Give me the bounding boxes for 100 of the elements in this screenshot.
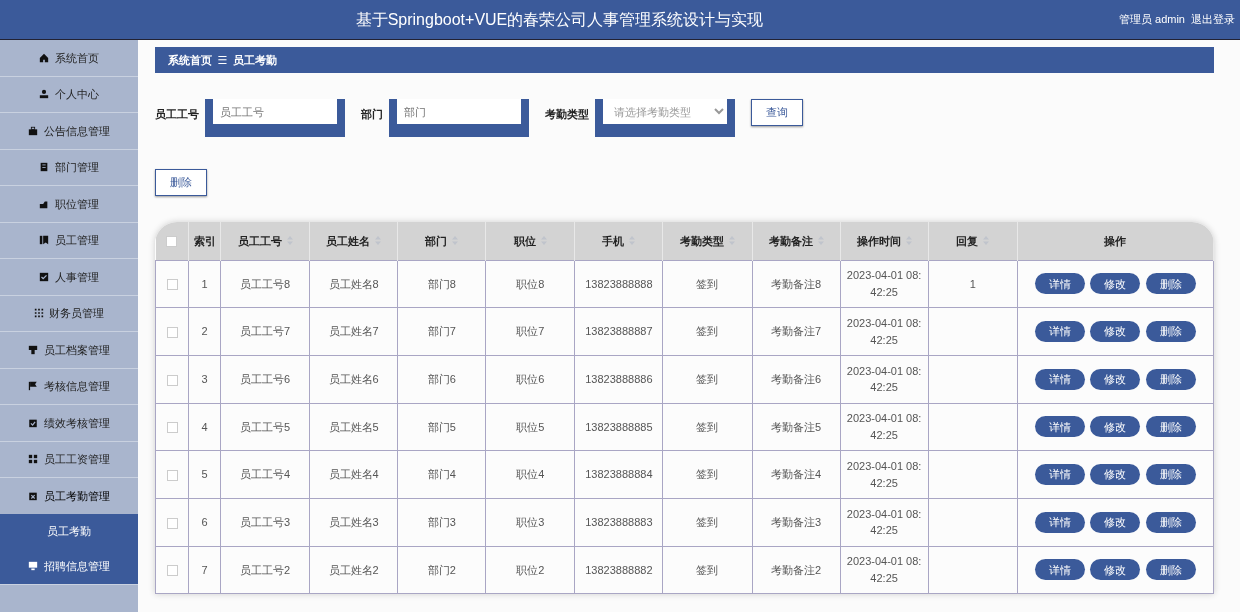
action-button[interactable]: 详情 [1034,511,1085,533]
action-button[interactable]: 详情 [1034,321,1085,343]
action-button[interactable]: 修改 [1090,464,1141,486]
table-cell: 13823888883 [585,516,653,529]
sidebar-item[interactable]: 财务员管理 [0,295,138,332]
table-cell: 员工姓名6 [328,372,379,385]
row-checkbox[interactable] [166,326,178,338]
row-checkbox[interactable] [166,374,178,386]
table-cell: 13823888885 [585,420,653,433]
search-field[interactable]: 部门 [388,99,529,137]
table-cell: 13823888884 [585,468,653,481]
column-header[interactable]: 操作时间 [856,234,912,247]
action-button[interactable]: 详情 [1034,464,1085,486]
column-header[interactable]: 回复 [956,234,990,247]
column-header[interactable]: 考勤备注 [768,234,824,247]
table-cell: 签到 [696,325,719,338]
action-button[interactable]: 删除 [1145,464,1196,486]
table-cell: 2023-04-01 08:42:25 [846,460,922,489]
row-checkbox[interactable] [166,422,178,434]
action-button[interactable]: 修改 [1090,416,1141,438]
action-button[interactable]: 删除 [1145,511,1196,533]
row-checkbox[interactable] [166,469,178,481]
table-cell: 3 [201,372,208,385]
table-cell: 13823888882 [585,563,653,576]
sidebar-item[interactable]: 个人中心 [0,76,138,113]
row-checkbox[interactable] [166,565,178,577]
action-button[interactable]: 详情 [1034,273,1085,295]
action-button[interactable]: 删除 [1145,559,1196,581]
table-cell: 13823888886 [585,372,653,385]
table-cell: 考勤备注3 [770,516,822,529]
column-header[interactable]: 员工姓名 [326,234,382,247]
sidebar-item[interactable]: 部门管理 [0,149,138,186]
sidebar-item[interactable]: 人事管理 [0,259,138,296]
table-cell: 2023-04-01 08:42:25 [846,507,922,537]
sidebar-item[interactable]: 招聘信息管理 [0,548,138,585]
action-button[interactable]: 修改 [1090,273,1141,295]
table-cell: 员工姓名2 [328,563,379,576]
field-label: 员工工号 [155,107,199,122]
user-icon [39,89,50,100]
column-header[interactable]: 手机 [602,234,636,247]
table-cell: 考勤备注4 [770,468,822,481]
column-header[interactable]: 职位 [513,234,547,247]
table-cell: 签到 [696,420,719,433]
delete-button[interactable]: 删除 [155,169,207,196]
table-cell: 职位4 [516,468,545,481]
user-label: 管理员 admin [1118,12,1185,28]
table-cell: 职位3 [516,516,545,529]
action-button[interactable]: 详情 [1034,559,1085,581]
table-cell: 考勤备注7 [770,325,822,338]
table-cell: 员工工号2 [240,563,291,576]
table-cell: 签到 [696,563,719,576]
table-cell: 2 [201,325,208,338]
column-header[interactable]: 部门 [425,234,459,247]
logout-link[interactable]: 退出登录 [1190,11,1235,28]
column-header: 操作 [1104,234,1127,247]
table-cell: 考勤备注5 [770,420,822,433]
sidebar-item[interactable]: 绩效考核管理 [0,405,138,442]
table-cell: 部门7 [427,325,456,338]
action-button[interactable]: 详情 [1034,368,1085,390]
sidebar-item[interactable]: 员工管理 [0,222,138,259]
action-button[interactable]: 修改 [1090,321,1141,343]
row-checkbox[interactable] [166,279,178,291]
action-button[interactable]: 删除 [1145,321,1196,343]
sidebar-item[interactable]: 员工档案管理 [0,332,138,369]
submenu-item[interactable]: 员工考勤 [0,514,138,549]
table-cell: 职位6 [516,372,545,385]
action-button[interactable]: 修改 [1090,559,1141,581]
breadcrumb-link[interactable]: 系统首页 [168,51,212,69]
column-header[interactable]: 考勤类型 [679,234,735,247]
table-cell: 员工工号7 [240,325,291,338]
search-button[interactable]: 查询 [751,99,803,126]
column-header[interactable]: 员工工号 [237,234,293,247]
action-button[interactable]: 修改 [1090,368,1141,390]
action-button[interactable]: 删除 [1145,416,1196,438]
sidebar-item[interactable]: 员工考勤管理 [0,478,138,515]
action-button[interactable]: 删除 [1145,273,1196,295]
table-cell: 签到 [696,277,719,290]
action-button[interactable]: 修改 [1090,511,1141,533]
home-icon [39,52,50,63]
sidebar-item[interactable]: 公告信息管理 [0,113,138,150]
grid-icon [33,308,44,319]
search-field[interactable]: 员工工号 [204,99,345,137]
monitor-icon [28,561,39,572]
sidebar-item[interactable]: 员工工资管理 [0,441,138,478]
breadcrumb-separator: ☰ [217,52,228,68]
table-cell: 部门6 [427,372,456,385]
sidebar-item[interactable]: 职位管理 [0,186,138,223]
row-checkbox[interactable] [166,517,178,529]
action-button[interactable]: 删除 [1145,368,1196,390]
briefcase-icon [28,125,39,136]
breadcrumb-current: 员工考勤 [232,52,277,68]
select-all-checkbox[interactable] [166,236,178,248]
table-cell: 员工姓名5 [328,420,379,433]
table-cell: 员工姓名7 [328,325,379,338]
sidebar-item[interactable]: 系统首页 [0,40,138,77]
table-cell: 13823888888 [585,277,653,290]
action-button[interactable]: 详情 [1034,416,1085,438]
table-cell: 员工工号4 [240,468,291,481]
table-cell: 7 [201,563,208,576]
sidebar-item[interactable]: 考核信息管理 [0,368,138,405]
